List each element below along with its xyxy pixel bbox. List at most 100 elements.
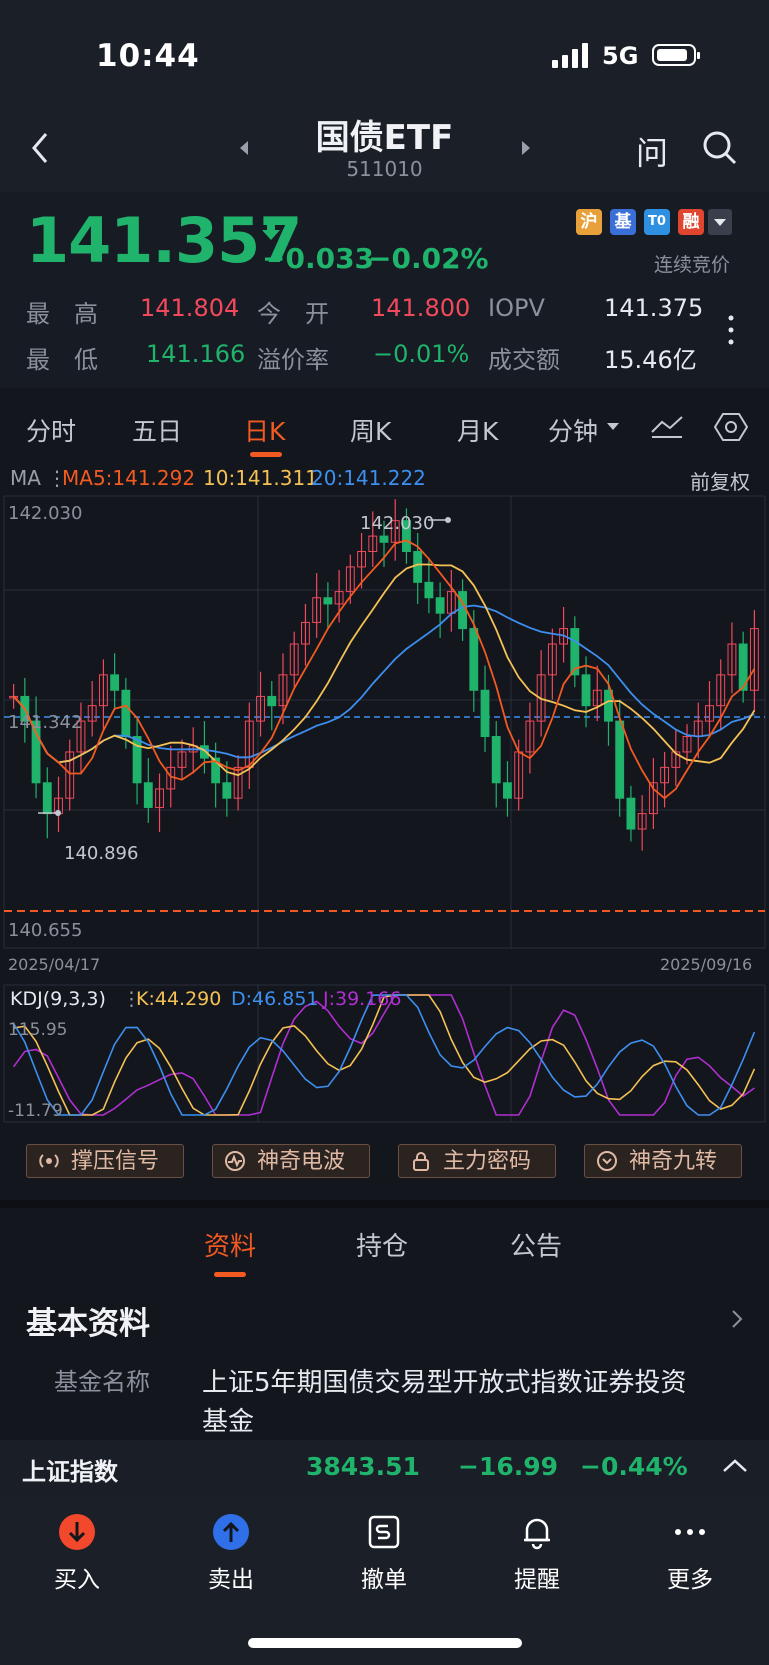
down-arrow-icon (262, 220, 280, 240)
more-dots-icon (672, 1514, 708, 1550)
index-value: 3843.51 (306, 1452, 420, 1481)
index-change-pct: −0.44% (580, 1452, 688, 1481)
last-price: 141.357 (26, 204, 302, 277)
fund-name-label: 基金名称 (54, 1368, 150, 1396)
battery-icon (652, 44, 700, 66)
candle-body (435, 597, 445, 614)
kdj-j-value: J:39.166 (323, 988, 402, 1010)
buy-arrow-icon (59, 1514, 95, 1550)
more-button[interactable]: 更多 (645, 1514, 735, 1594)
price-axis-bottom: 140.655 (8, 920, 83, 941)
candle-body (267, 695, 277, 707)
low-marker-label: 140.896 (64, 843, 139, 864)
tab-minute[interactable]: 分钟 (548, 412, 598, 448)
ma5-line (12, 539, 756, 800)
basic-info-heading: 基本资料 (26, 1306, 150, 1342)
tab-announcements[interactable]: 公告 (510, 1226, 562, 1263)
open-label: 今 开 (257, 300, 329, 328)
divider (0, 1200, 769, 1208)
exchange-badge: 沪 (576, 209, 602, 235)
search-icon[interactable] (702, 130, 738, 166)
candle-body (222, 782, 232, 799)
fund-badge: 基 (610, 209, 636, 235)
more-vertical-icon[interactable] (727, 314, 735, 346)
kdj-label: KDJ(9,3,3) (10, 988, 106, 1010)
network-label: 5G (602, 42, 639, 70)
badge-expand-icon[interactable] (708, 209, 732, 235)
chevron-up-icon[interactable] (722, 1458, 748, 1474)
fund-name-line2: 基金 (202, 1407, 255, 1437)
price-change: −0.033 (262, 242, 375, 275)
buy-label: 买入 (54, 1567, 100, 1593)
candle-body (42, 782, 52, 815)
next-stock-icon[interactable] (520, 140, 532, 156)
chart-grid (3, 495, 766, 1123)
turnover-value: 15.46亿 (604, 346, 697, 374)
auction-status: 连续竞价 (654, 254, 731, 276)
tab-monthly-k[interactable]: 月K (457, 412, 498, 448)
status-time: 10:44 (96, 38, 200, 74)
premium-value: −0.01% (373, 340, 470, 368)
candle-body (491, 736, 501, 784)
sell-label: 卖出 (208, 1567, 254, 1593)
minute-dropdown-icon[interactable] (606, 422, 620, 432)
alert-button[interactable]: 提醒 (492, 1514, 582, 1594)
magic-nine-button[interactable]: 神奇九转 (584, 1144, 742, 1178)
info-tab-indicator (214, 1272, 246, 1277)
low-label: 最 低 (26, 346, 98, 374)
support-resistance-button[interactable]: 撑压信号 (26, 1144, 184, 1178)
cancel-order-icon (366, 1514, 402, 1550)
magic-wave-button[interactable]: 神奇电波 (212, 1144, 370, 1178)
ma-label: MA (10, 466, 41, 490)
chevron-right-icon[interactable] (730, 1308, 744, 1330)
candle-body (458, 591, 467, 630)
settings-icon[interactable] (714, 412, 748, 442)
support-resistance-label: 撑压信号 (71, 1149, 160, 1174)
check-circle-icon (597, 1151, 617, 1171)
main-force-code-label: 主力密码 (443, 1149, 532, 1174)
high-label: 最 高 (26, 300, 98, 328)
active-tab-indicator (250, 452, 282, 457)
high-value: 141.804 (140, 294, 240, 322)
tab-profile[interactable]: 资料 (204, 1226, 256, 1263)
draw-line-icon[interactable] (650, 414, 684, 440)
start-date: 2025/04/17 (8, 955, 101, 974)
main-force-code-button[interactable]: 主力密码 (398, 1144, 556, 1178)
magic-wave-label: 神奇电波 (257, 1149, 346, 1174)
index-change: −16.99 (458, 1452, 559, 1481)
tab-weekly-k[interactable]: 周K (350, 412, 391, 448)
tab-intraday[interactable]: 分时 (26, 412, 76, 448)
bell-icon (519, 1514, 555, 1550)
cancel-order-button[interactable]: 撤单 (339, 1514, 429, 1594)
sell-arrow-icon (213, 1514, 249, 1550)
open-value: 141.800 (371, 294, 471, 322)
lock-icon (413, 1152, 429, 1171)
price-axis-top: 142.030 (8, 503, 83, 524)
ma20-value: 20:141.222 (311, 466, 426, 490)
fund-name-line1: 上证5年期国债交易型开放式指数证券投资 (202, 1368, 687, 1398)
kdj-axis-bottom: -11.79 (8, 1101, 63, 1121)
ma5-value: MA5:141.292 (62, 466, 196, 490)
kdj-axis-top: 115.95 (8, 1020, 68, 1040)
iopv-value: 141.375 (604, 294, 704, 322)
kline-svg (3, 495, 766, 1123)
margin-badge: 融 (678, 209, 704, 235)
tab-holdings[interactable]: 持仓 (356, 1226, 408, 1263)
home-indicator (248, 1638, 522, 1648)
sell-button[interactable]: 卖出 (186, 1514, 276, 1594)
iopv-label: IOPV (488, 294, 545, 322)
kdj-j-line (12, 994, 755, 1116)
signal-icon (552, 42, 590, 68)
candle-body (121, 689, 131, 738)
alert-label: 提醒 (514, 1567, 560, 1593)
index-name: 上证指数 (22, 1458, 118, 1486)
candle-body (469, 628, 479, 691)
tab-five-day[interactable]: 五日 (132, 412, 182, 448)
premium-label: 溢价率 (257, 346, 329, 374)
kdj-k-value: K:44.290 (136, 988, 222, 1010)
tab-daily-k[interactable]: 日K (244, 412, 285, 448)
price-axis-mid: 141.342 (8, 712, 83, 733)
candle-body (424, 581, 434, 599)
ask-button[interactable]: 问 (636, 128, 668, 174)
buy-button[interactable]: 买入 (32, 1514, 122, 1594)
